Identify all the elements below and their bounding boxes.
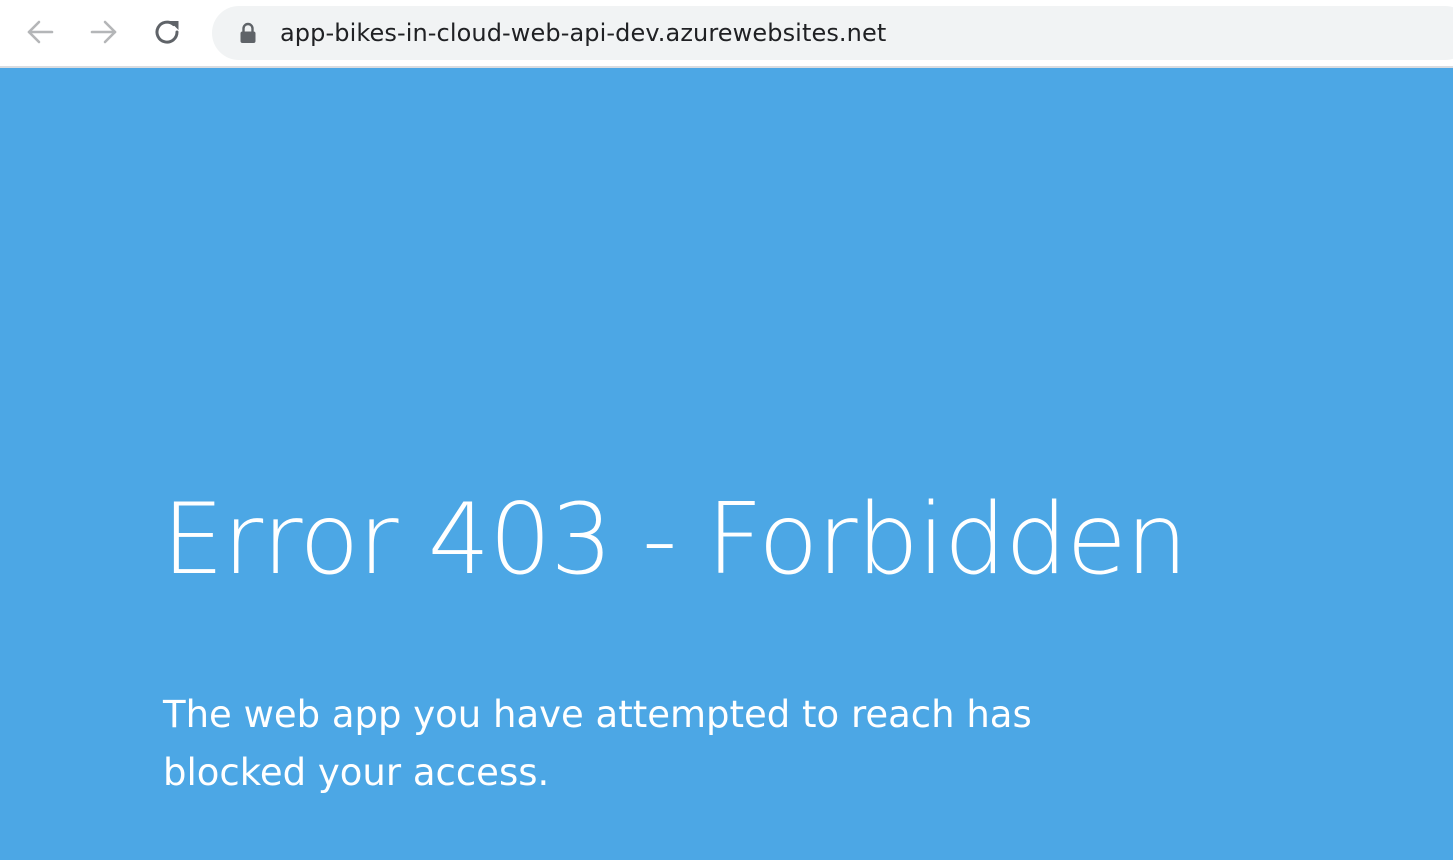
arrow-right-icon — [89, 17, 119, 47]
arrow-left-icon — [25, 17, 55, 47]
reload-icon — [153, 17, 183, 47]
forward-button[interactable] — [86, 14, 122, 50]
browser-toolbar: app-bikes-in-cloud-web-api-dev.azurewebs… — [0, 0, 1453, 68]
error-page: Error 403 - Forbidden The web app you ha… — [0, 68, 1453, 860]
lock-icon[interactable] — [238, 22, 258, 44]
error-message: The web app you have attempted to reach … — [163, 693, 1032, 794]
back-button[interactable] — [22, 14, 58, 50]
url-text[interactable]: app-bikes-in-cloud-web-api-dev.azurewebs… — [280, 19, 886, 47]
error-title: Error 403 - Forbidden — [162, 483, 1188, 597]
address-bar[interactable]: app-bikes-in-cloud-web-api-dev.azurewebs… — [212, 6, 1453, 60]
reload-button[interactable] — [150, 14, 186, 50]
